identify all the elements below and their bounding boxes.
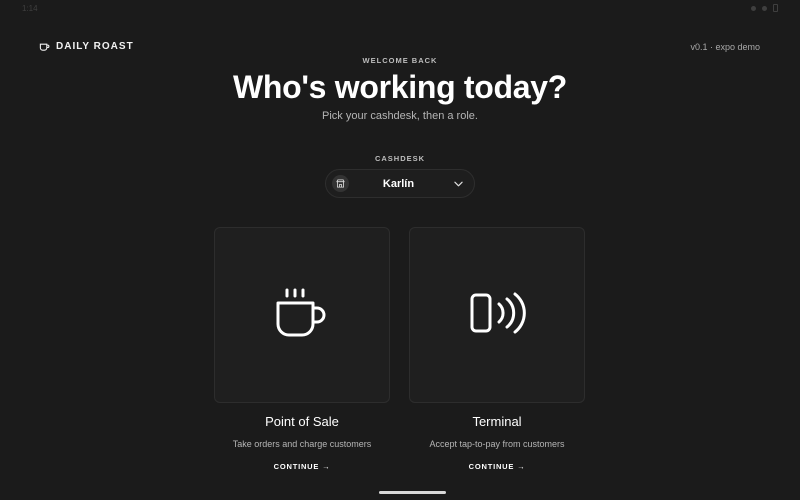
continue-button-terminal[interactable]: CONTINUE → — [409, 462, 585, 471]
continue-button-point-of-sale[interactable]: CONTINUE → — [214, 462, 390, 471]
role-title-terminal: Terminal — [472, 414, 522, 429]
chevron-down-icon — [448, 181, 468, 187]
battery-icon — [773, 4, 778, 12]
role-card-point-of-sale[interactable] — [214, 227, 390, 403]
status-bar: 1:14 — [0, 0, 800, 16]
cashdesk-selected-value: Karlín — [382, 177, 415, 190]
role-desc-point-of-sale: Take orders and charge customers — [232, 439, 372, 449]
welcome-eyebrow: WELCOME BACK — [362, 56, 438, 65]
home-indicator[interactable] — [379, 491, 446, 494]
wifi-icon — [751, 5, 756, 11]
store-icon — [332, 175, 349, 192]
role-title-point-of-sale: Point of Sale — [265, 414, 339, 429]
page-title: Who's working today? — [232, 69, 568, 105]
status-time: 1:14 — [22, 3, 38, 13]
coffee-cup-icon — [276, 288, 326, 337]
page-subtitle: Pick your cashdesk, then a role. — [322, 110, 478, 122]
brand-name: DAILY ROAST — [56, 41, 134, 52]
cashdesk-label: CASHDESK — [374, 154, 426, 163]
tap-to-pay-icon — [470, 292, 526, 334]
role-desc-terminal: Accept tap-to-pay from customers — [429, 439, 565, 449]
brand-logo: DAILY ROAST — [39, 41, 134, 52]
cashdesk-select[interactable]: Karlín — [325, 169, 475, 198]
version-label: v0.1 · expo demo — [690, 42, 760, 52]
role-card-terminal[interactable] — [409, 227, 585, 403]
status-icons — [751, 4, 778, 12]
signal-icon — [762, 5, 767, 11]
coffee-cup-icon — [39, 43, 50, 51]
